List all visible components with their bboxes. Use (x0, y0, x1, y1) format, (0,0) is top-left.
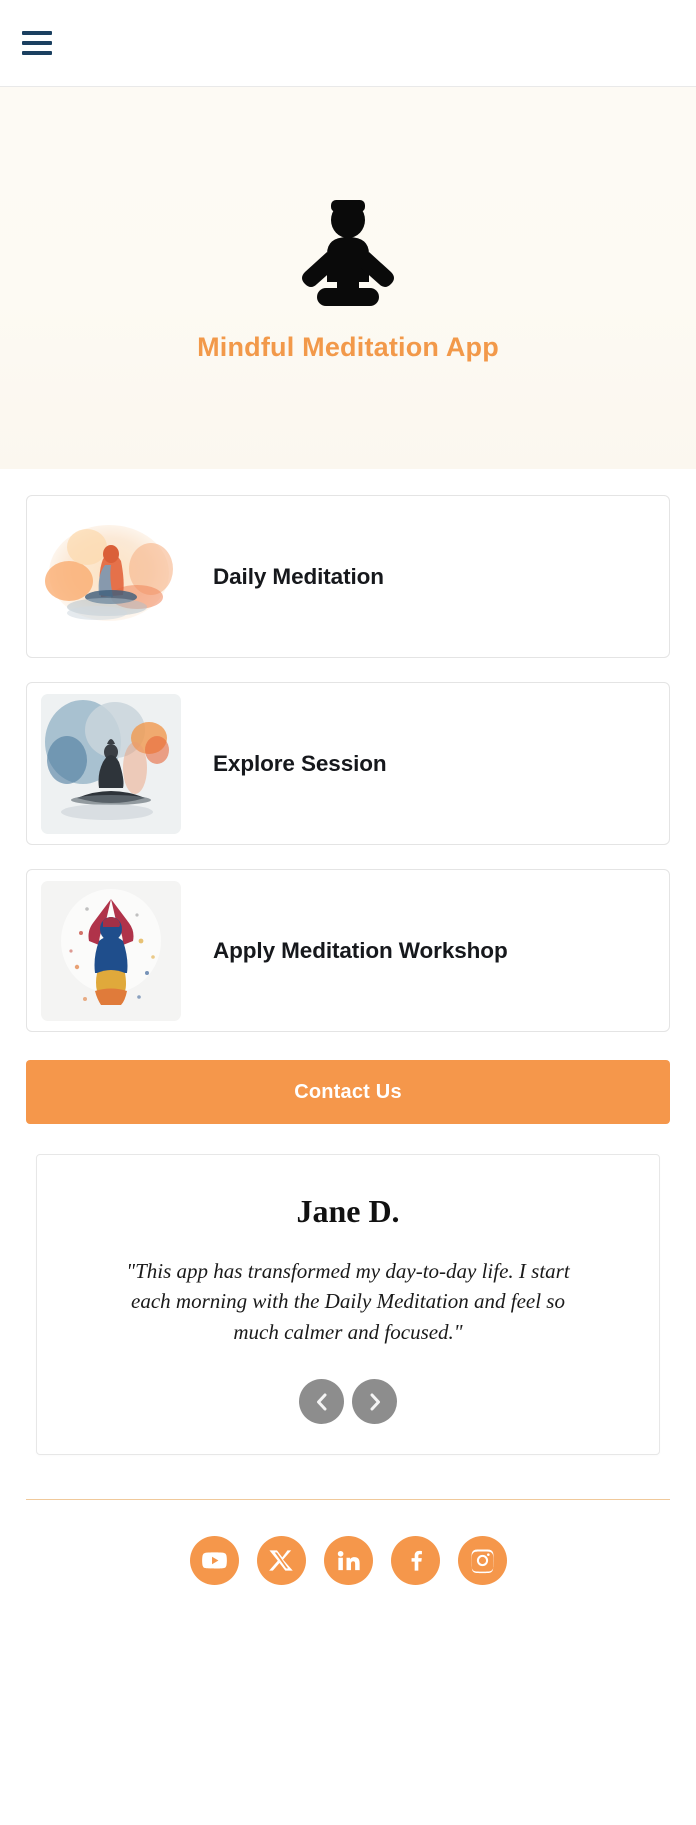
card-thumbnail-daily-meditation (41, 506, 181, 647)
social-link-linkedin[interactable] (323, 1536, 373, 1586)
testimonial-carousel-nav (61, 1379, 635, 1425)
social-link-facebook[interactable] (390, 1536, 440, 1586)
facebook-icon (411, 1551, 422, 1571)
card-apply-meditation-workshop[interactable]: Apply Meditation Workshop (26, 869, 670, 1032)
social-links (0, 1536, 696, 1586)
card-label: Explore Session (213, 750, 387, 776)
top-navbar (0, 0, 696, 87)
hamburger-menu-icon[interactable] (22, 31, 52, 55)
hamburger-bar (22, 41, 52, 45)
chevron-right-icon (370, 1393, 380, 1411)
card-explore-session[interactable]: Explore Session (26, 682, 670, 845)
testimonial-quote: "This app has transformed my day-to-day … (126, 1259, 570, 1344)
feature-card-list: Daily Meditation Explore Session Apply M… (0, 469, 696, 1032)
testimonial-card: Jane D. "This app has transformed my day… (36, 1154, 660, 1456)
card-daily-meditation[interactable]: Daily Meditation (26, 495, 670, 658)
card-label: Daily Meditation (213, 563, 384, 589)
cta-section: Contact Us (0, 1032, 696, 1124)
social-link-instagram[interactable] (457, 1536, 507, 1586)
instagram-icon (470, 1549, 494, 1574)
carousel-prev-button[interactable] (299, 1379, 344, 1425)
testimonial-author: Jane D. (296, 1193, 400, 1229)
meditating-person-icon (302, 199, 394, 306)
card-label: Apply Meditation Workshop (213, 937, 508, 963)
social-link-youtube[interactable] (189, 1536, 239, 1586)
hamburger-bar (22, 31, 52, 35)
social-link-x-twitter[interactable] (256, 1536, 306, 1586)
card-thumbnail-apply-meditation-workshop (41, 880, 181, 1021)
youtube-icon (201, 1552, 227, 1569)
footer-divider (26, 1499, 670, 1501)
testimonial-section: Jane D. "This app has transformed my day… (0, 1124, 696, 1456)
hamburger-bar (22, 51, 52, 55)
chevron-left-icon (316, 1393, 326, 1411)
carousel-next-button[interactable] (352, 1379, 397, 1425)
linkedin-icon (337, 1551, 360, 1571)
contact-us-button[interactable]: Contact Us (26, 1060, 670, 1124)
x-twitter-icon (268, 1550, 293, 1571)
page-title: Mindful Meditation App (197, 331, 499, 362)
hero-section: Mindful Meditation App (0, 87, 696, 469)
card-thumbnail-explore-session (41, 693, 181, 834)
